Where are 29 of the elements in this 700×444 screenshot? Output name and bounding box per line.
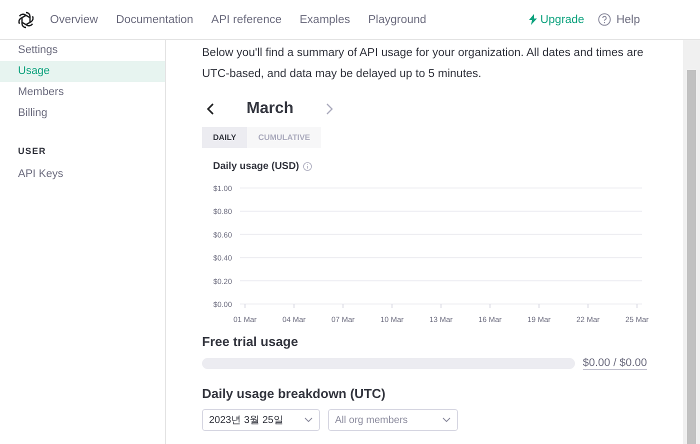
chart-title: Daily usage (USD)	[213, 161, 300, 172]
help-link[interactable]: Help	[598, 13, 640, 26]
sidebar-section-heading: USER	[17, 145, 48, 158]
month-title: March	[245, 100, 295, 118]
caret-icon	[442, 417, 451, 423]
section-heading: Free trial usage	[202, 334, 300, 349]
sidebar-item[interactable]: Usage	[0, 61, 165, 82]
section-heading: Daily usage breakdown (UTC)	[202, 386, 386, 401]
nav-link[interactable]: Overview	[50, 14, 98, 26]
nav-link[interactable]: Examples	[300, 14, 350, 26]
sidebar-item[interactable]: Billing	[0, 103, 165, 124]
date-dropdown[interactable]: 2023년 3월 25일	[202, 409, 320, 431]
lightning-icon	[529, 14, 538, 25]
scrollbar[interactable]	[683, 40, 700, 444]
nav-link[interactable]: Playground	[368, 14, 426, 26]
logo-icon[interactable]	[16, 10, 36, 30]
sidebar-item[interactable]: Members	[0, 82, 165, 103]
caret-icon	[304, 417, 313, 423]
upgrade-link[interactable]: Upgrade	[529, 14, 584, 26]
info-icon[interactable]	[303, 162, 312, 171]
member-dropdown[interactable]: All org members	[328, 409, 458, 431]
nav-link[interactable]: API reference	[211, 14, 282, 26]
sidebar-item[interactable]: API Keys	[0, 164, 165, 185]
sidebar-item[interactable]: Settings	[0, 40, 165, 61]
intro-text: Below you'll find a summary of API usage for your organization. All dates and times are UTC-based, and data may be delayed up to 5 minutes.	[202, 46, 644, 82]
view-tab[interactable]: DAILY	[202, 127, 248, 148]
nav-link[interactable]: Documentation	[116, 14, 194, 26]
usage-amount: $0.00 / $0.00	[582, 357, 647, 370]
help-icon	[598, 13, 612, 26]
